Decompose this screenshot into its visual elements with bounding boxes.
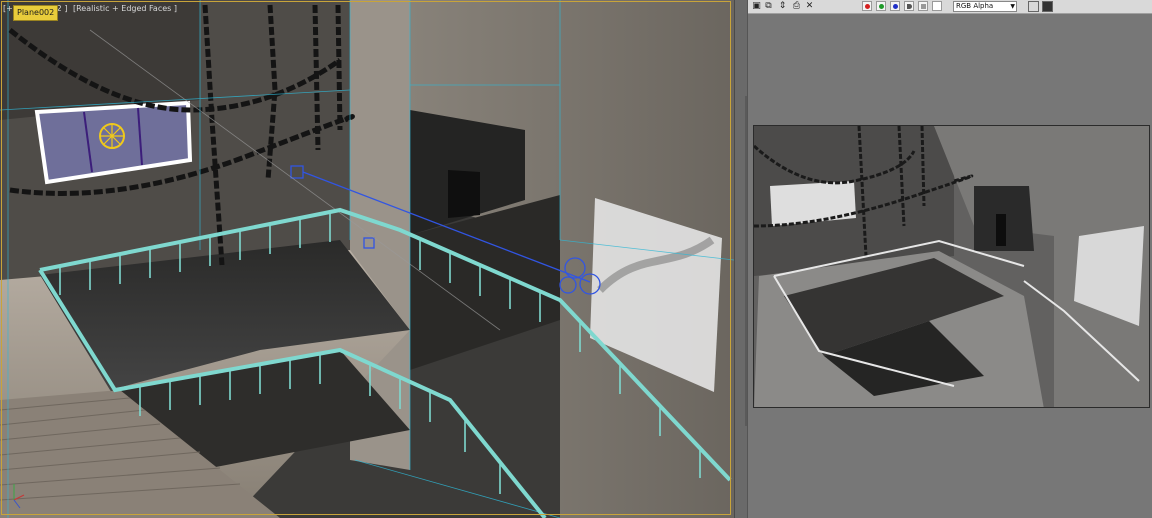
omni-light-icon[interactable] <box>99 123 125 149</box>
chevron-down-icon: ▼ <box>1010 3 1015 10</box>
viewport-shading-mode[interactable]: [Realistic + Edged Faces ] <box>73 3 177 15</box>
toggle-ui-icon[interactable] <box>1042 1 1053 12</box>
render-scene <box>754 126 1149 407</box>
panel-divider[interactable] <box>734 0 748 518</box>
rendered-image <box>753 125 1150 408</box>
red-channel-toggle[interactable] <box>862 1 872 11</box>
rendered-frame-window: ▣ ⧉ ⇕ ⎙ ✕ RGB Alpha ▼ <box>748 0 1152 518</box>
frame-buffer-toolbar: ▣ ⧉ ⇕ ⎙ ✕ RGB Alpha ▼ <box>748 0 1152 14</box>
toggle-ui-overlay-icon[interactable] <box>1028 1 1039 12</box>
green-channel-toggle[interactable] <box>876 1 886 11</box>
display-channel-select[interactable]: RGB Alpha ▼ <box>953 1 1017 12</box>
clone-window-icon[interactable]: ⇕ <box>777 1 788 12</box>
save-image-icon[interactable]: ▣ <box>751 1 762 12</box>
display-channel-value: RGB Alpha <box>956 2 994 10</box>
object-name-tooltip: Plane002 <box>13 5 59 21</box>
swatch-white[interactable] <box>932 1 942 11</box>
perspective-viewport[interactable]: [+] 002 ] [Realistic + Edged Faces ] Pla… <box>0 0 734 518</box>
copy-image-icon[interactable]: ⧉ <box>763 1 774 12</box>
blue-channel-toggle[interactable] <box>890 1 900 11</box>
mono-channel-toggle[interactable] <box>918 1 928 11</box>
divider-grip[interactable] <box>745 96 747 426</box>
print-image-icon[interactable]: ⎙ <box>791 1 802 12</box>
viewport-scene[interactable] <box>0 0 734 518</box>
clear-icon[interactable]: ✕ <box>804 1 815 12</box>
doorway-inner <box>448 170 480 218</box>
alpha-channel-toggle[interactable] <box>904 1 914 11</box>
